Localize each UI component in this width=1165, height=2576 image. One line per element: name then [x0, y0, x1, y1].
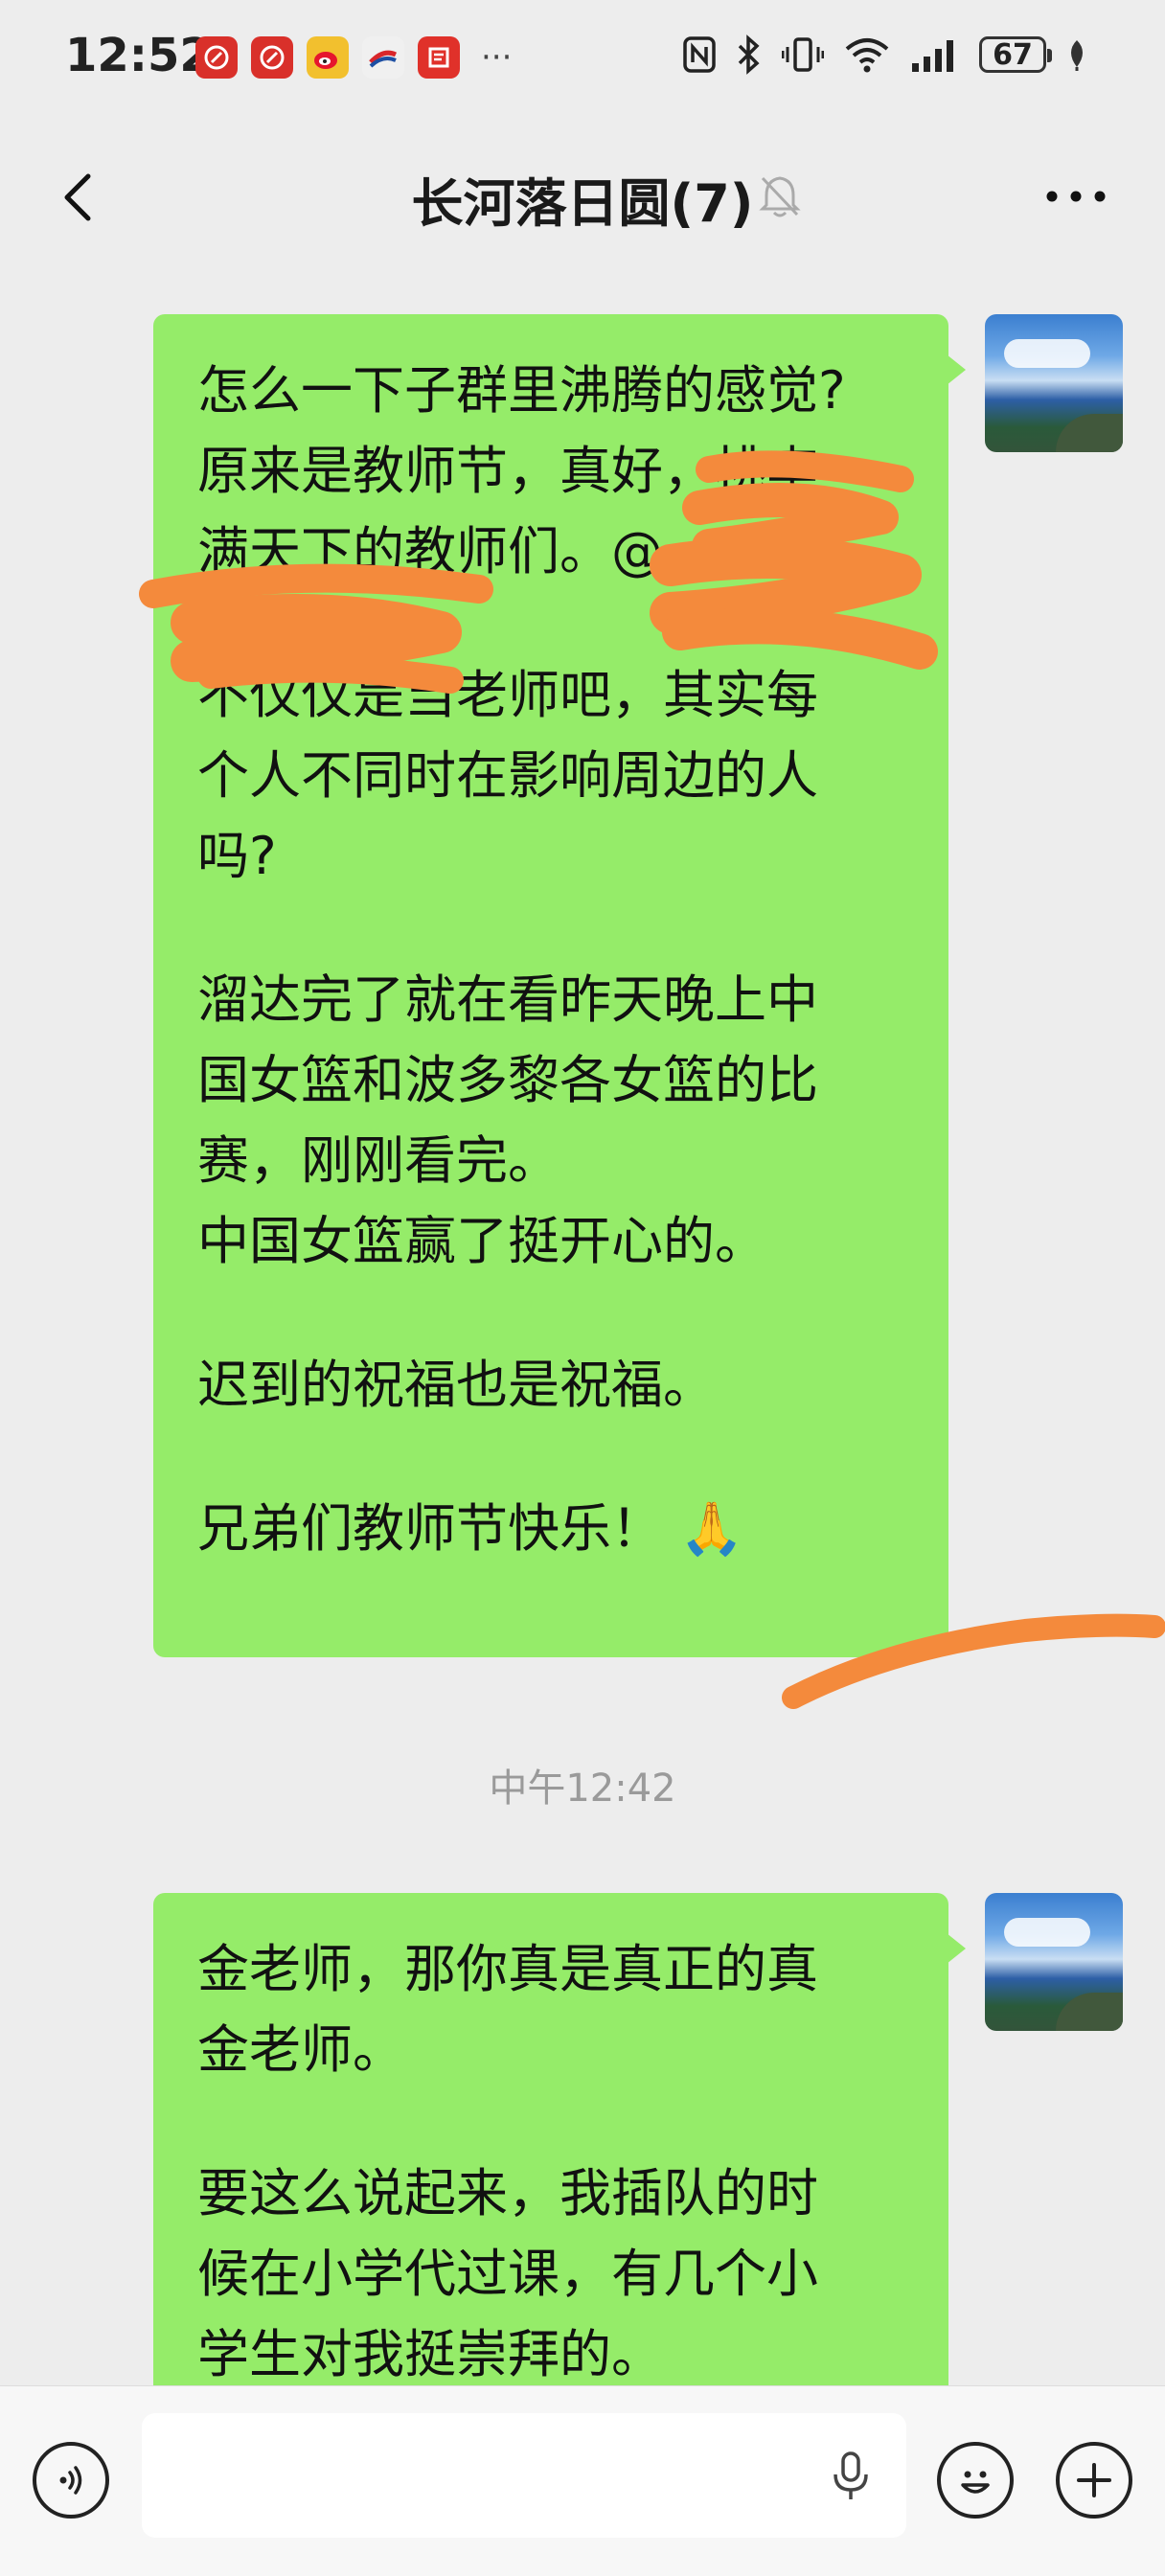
message-paragraph: 溜达完了就在看昨天晚上中 国女篮和波多黎各女篮的比 赛，刚刚看完。 中国女篮赢了… [197, 960, 904, 1282]
message-line: 中国女篮赢了挺开心的。 [197, 1211, 766, 1271]
message-line: 要这么说起来，我插队的时 [197, 2163, 818, 2223]
message-line: 吗? [197, 826, 277, 886]
mute-indicator [757, 172, 803, 224]
message-input[interactable] [142, 2413, 906, 2538]
status-time: 12:52 [65, 29, 212, 82]
avatar[interactable] [985, 314, 1123, 452]
chat-title[interactable]: 长河落日圆(7) [0, 161, 1165, 237]
signal-icon [912, 40, 953, 72]
message-paragraph: 金老师，那你真是真正的真 金老师。 [197, 1929, 904, 2090]
ellipsis-icon [1046, 191, 1106, 202]
message-line: 金老师。 [197, 2019, 404, 2080]
emoji-button[interactable] [937, 2442, 1014, 2519]
message-bubble[interactable]: 怎么一下子群里沸腾的感觉? 原来是教师节，真好，桃李 满天下的教师们。@ 不仅仅… [153, 314, 966, 1657]
voice-input-toggle[interactable] [33, 2442, 109, 2519]
message-line: 原来是教师节，真好，桃李 [197, 441, 818, 501]
notification-icons: ··· [195, 36, 512, 79]
smiley-icon [961, 2471, 990, 2494]
weibo-icon [307, 36, 349, 79]
message-bubble[interactable]: 金老师，那你真是真正的真 金老师。 要这么说起来，我插队的时 候在小学代过课，有… [153, 1893, 966, 2429]
message-line: 赛，刚刚看完。 [197, 1130, 560, 1191]
vibrate-icon [782, 37, 824, 72]
app-icon-flag [362, 36, 404, 79]
more-notifications-indicator: ··· [481, 38, 513, 77]
plus-icon [1077, 2463, 1111, 2497]
message-paragraph: 迟到的祝福也是祝福。 [197, 1345, 904, 1425]
nfc-icon [683, 36, 716, 73]
more-options-button[interactable] [1042, 172, 1109, 220]
avatar[interactable] [985, 1893, 1123, 2031]
message-paragraph: 要这么说起来，我插队的时 候在小学代过课，有几个小 学生对我挺崇拜的。 [197, 2154, 904, 2395]
chat-header: 长河落日圆(7) [0, 134, 1165, 259]
app-icon-news [418, 36, 460, 79]
message-line: 怎么一下子群里沸腾的感觉? [197, 360, 846, 421]
leaf-icon [1071, 40, 1083, 71]
message-paragraph: 兄弟们教师节快乐！ 🙏 [197, 1489, 904, 1569]
battery-indicator: 67 [979, 36, 1052, 73]
add-attachment-button[interactable] [1056, 2442, 1132, 2519]
message-line: 溜达完了就在看昨天晚上中 [197, 969, 818, 1030]
chat-input-bar [0, 2385, 1165, 2576]
message-paragraph: 怎么一下子群里沸腾的感觉? 原来是教师节，真好，桃李 满天下的教师们。@ [197, 351, 904, 592]
message-timestamp: 中午12:42 [489, 1767, 676, 1811]
bluetooth-icon [738, 34, 760, 75]
bell-muted-icon [759, 176, 801, 217]
message-line: 国女篮和波多黎各女篮的比 [197, 1050, 818, 1110]
microphone-icon [834, 2451, 868, 2499]
message-line: 候在小学代过课，有几个小 [197, 2244, 818, 2304]
status-bar: 12:52 ··· 67 [0, 0, 1165, 115]
message-line: 个人不同时在影响周边的人 [197, 745, 818, 806]
hold-to-talk-button[interactable] [830, 2450, 872, 2507]
app-icon-red-2 [251, 36, 293, 79]
system-indicators: 67 [682, 34, 1088, 75]
message-line: 学生对我挺崇拜的。 [197, 2324, 663, 2384]
message-paragraph: 不仅仅是当老师吧，其实每 个人不同时在影响周边的人 吗? [197, 655, 904, 897]
message-line: 兄弟们教师节快乐！ 🙏 [197, 1498, 744, 1559]
message-line: 迟到的祝福也是祝福。 [197, 1355, 715, 1415]
voice-icon [59, 2466, 82, 2495]
app-icon-red-1 [195, 36, 238, 79]
wifi-icon [845, 38, 889, 73]
message-line: 金老师，那你真是真正的真 [197, 1939, 818, 1999]
message-line: 满天下的教师们。@ [197, 521, 663, 581]
message-line: 不仅仅是当老师吧，其实每 [197, 665, 818, 725]
